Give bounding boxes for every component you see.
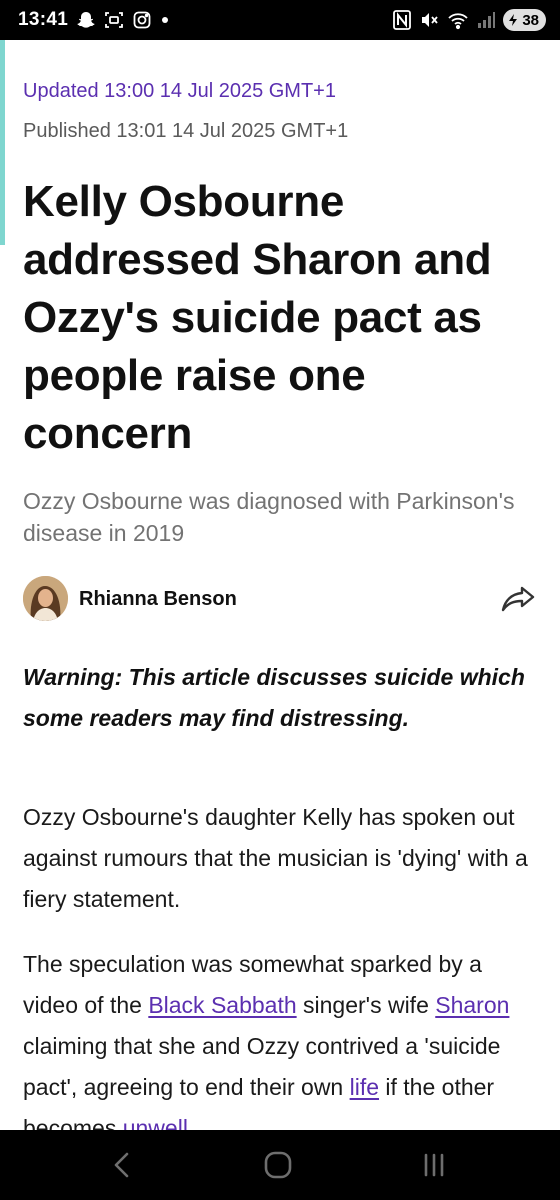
instagram-icon — [132, 10, 152, 30]
battery-icon — [509, 14, 518, 26]
nfc-icon — [393, 10, 412, 30]
author-name[interactable]: Rhianna Benson — [79, 588, 237, 611]
signal-icon — [477, 11, 496, 29]
status-time: 13:41 — [18, 9, 69, 30]
screenshot-icon — [104, 10, 124, 30]
status-bar-left: 13:41 — [18, 9, 170, 31]
link-black-sabbath[interactable]: Black Sabbath — [148, 992, 296, 1018]
home-icon[interactable] — [258, 1148, 298, 1182]
author-byline: Rhianna Benson — [23, 576, 538, 622]
article-headline: Kelly Osbourne addressed Sharon and Ozzy… — [23, 177, 492, 458]
navigation-bar — [0, 1130, 560, 1200]
share-icon[interactable] — [500, 582, 536, 616]
status-bar: 13:41 38 — [0, 0, 560, 40]
back-icon[interactable] — [102, 1148, 142, 1182]
snapchat-icon — [76, 10, 96, 30]
article-paragraph-2: The speculation was somewhat sparked by … — [23, 944, 538, 1149]
updated-timestamp: Updated 13:00 14 Jul 2025 GMT+1 — [23, 80, 336, 102]
published-timestamp: Published 13:01 14 Jul 2025 GMT+1 — [23, 120, 349, 142]
article-paragraph-1: Ozzy Osbourne's daughter Kelly has spoke… — [23, 804, 528, 912]
paragraph-text: singer's wife — [296, 992, 436, 1018]
dot-icon — [160, 15, 170, 25]
article-subheading: Ozzy Osbourne was diagnosed with Parkins… — [23, 488, 515, 546]
author-avatar[interactable] — [23, 576, 68, 621]
battery-indicator: 38 — [503, 9, 546, 31]
battery-level: 38 — [522, 11, 539, 29]
link-sharon[interactable]: Sharon — [435, 992, 509, 1018]
mute-icon — [419, 10, 439, 30]
content-warning: Warning: This article discusses suicide … — [23, 664, 525, 731]
status-bar-right: 38 — [393, 9, 546, 31]
recents-icon[interactable] — [414, 1148, 454, 1182]
link-life[interactable]: life — [350, 1074, 379, 1100]
wifi-icon — [447, 10, 469, 30]
accent-bar — [0, 40, 5, 245]
